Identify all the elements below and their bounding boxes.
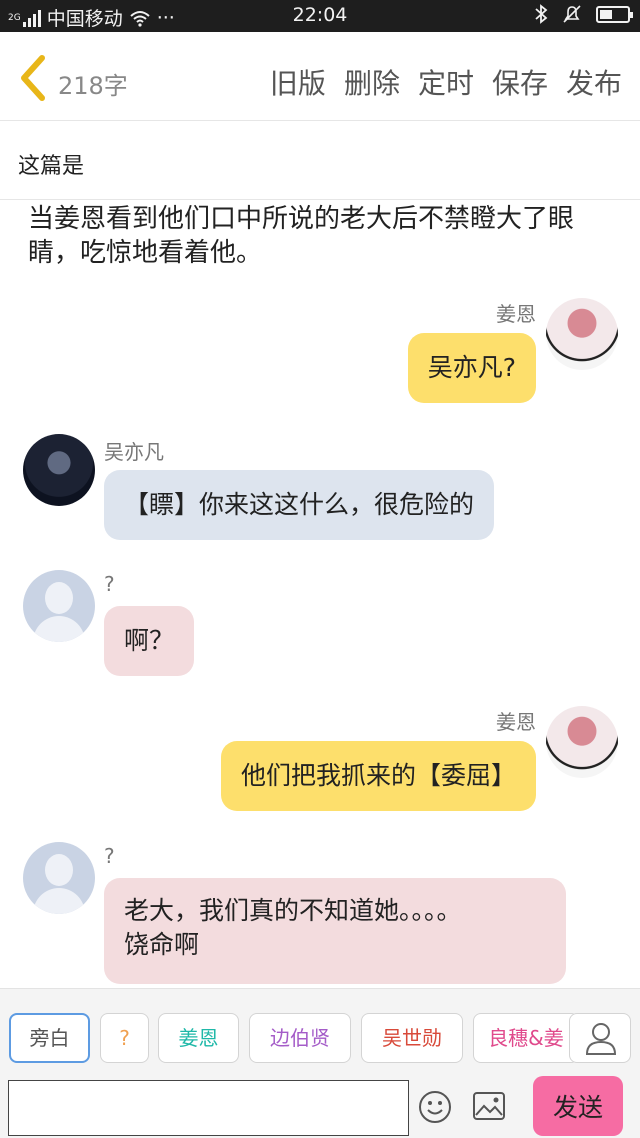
story-title[interactable]: 这篇是 [0,122,640,200]
save-button[interactable]: 保存 [492,62,548,102]
role-bian-boxian[interactable]: 边伯贤 [249,1013,351,1063]
status-bar: 2G 中国移动 ··· 22:04 [0,0,640,32]
role-narration[interactable]: 旁白 [9,1013,90,1063]
role-jiang-en[interactable]: 姜恩 [158,1013,239,1063]
role-wu-shixun[interactable]: 吴世勋 [361,1013,463,1063]
avatar [546,706,618,778]
avatar [23,842,95,914]
message-bubble[interactable]: 老大，我们真的不知道她。。。。 饶命啊 [104,878,566,984]
avatar [23,570,95,642]
avatar [546,298,618,370]
message-bubble[interactable]: 吴亦凡? [407,333,536,403]
message-bubble[interactable]: 【瞟】你来这这什么，很危险的 [104,470,495,540]
input-bar: 发送 [0,1068,640,1138]
role-selector: 旁白 ? 姜恩 边伯贤 吴世勋 良穗&姜 [0,988,640,1068]
delete-button[interactable]: 删除 [344,62,400,102]
speaker-name: ? [104,572,115,596]
message-line: 饶命啊 [124,930,200,959]
battery-icon [596,5,633,23]
speaker-name: ? [104,844,115,868]
editor-header: 218字 旧版 删除 定时 保存 发布 [0,32,640,121]
back-chevron-icon[interactable] [14,54,54,102]
publish-button[interactable]: 发布 [566,62,622,102]
message-line: 老大，我们真的不知道她。。。。 [124,896,462,925]
image-icon[interactable] [472,1090,506,1122]
emoji-icon[interactable] [418,1090,452,1124]
speaker-name: 姜恩 [496,302,536,326]
message-input[interactable] [8,1080,409,1136]
message-bubble[interactable]: 啊？ [104,606,195,676]
speaker-name: 姜恩 [496,710,536,734]
narration-text: 当姜恩看到他们口中所说的老大后不禁瞪大了眼睛，吃惊地看着他。 [28,204,575,268]
mute-bell-icon [563,5,581,23]
word-count: 218字 [58,72,128,100]
schedule-button[interactable]: 定时 [418,62,474,102]
role-unknown[interactable]: ? [100,1013,149,1063]
old-version-button[interactable]: 旧版 [270,62,326,102]
speaker-name: 吴亦凡 [104,440,164,464]
message-bubble[interactable]: 他们把我抓来的【委屈】 [220,741,536,811]
send-button[interactable]: 发送 [533,1076,623,1136]
header-actions: 旧版 删除 定时 保存 发布 [270,62,622,102]
avatar [23,434,95,506]
role-liang-sui[interactable]: 良穗&姜 [473,1013,579,1063]
bluetooth-icon [535,4,548,24]
add-role-button[interactable] [569,1013,631,1063]
user-icon [585,1023,617,1055]
